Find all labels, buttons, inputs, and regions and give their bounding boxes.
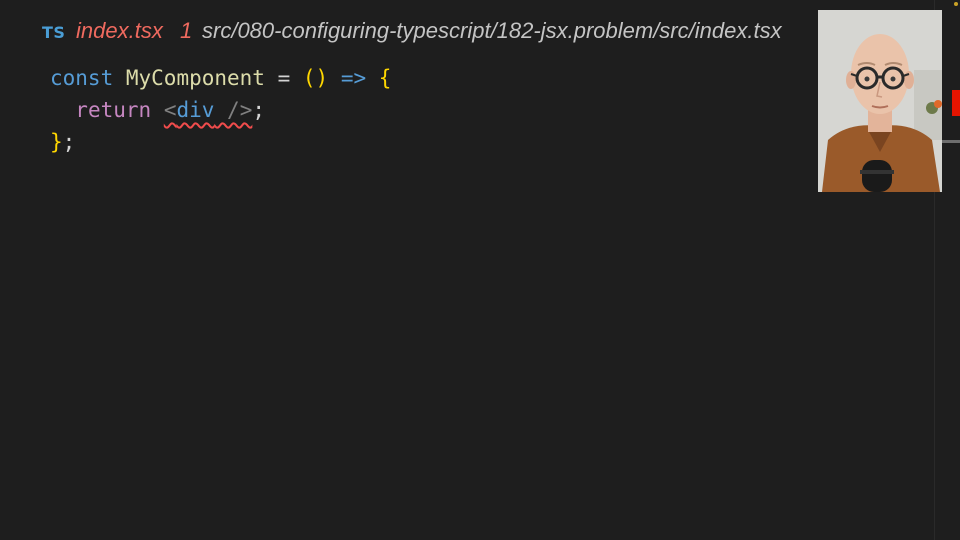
component-name: MyComponent <box>125 66 265 90</box>
keyword-return: return <box>75 98 152 122</box>
code-line-2[interactable]: return <div />; <box>50 94 391 126</box>
jsx-open-bracket: < <box>163 98 177 122</box>
presenter-webcam <box>818 10 942 192</box>
jsx-self-close: /> <box>214 98 253 122</box>
code-line-3[interactable]: }; <box>50 126 391 158</box>
editor-tab[interactable]: TS index.tsx 1 src/080-configuring-types… <box>0 12 820 52</box>
minimap-modified-dot <box>954 2 958 6</box>
parameter-parens: () <box>302 66 329 90</box>
presenter-video-icon <box>818 10 942 192</box>
minimap-error-marker[interactable] <box>952 90 960 116</box>
code-editor[interactable]: const MyComponent = () => { return <div … <box>50 62 391 158</box>
assignment-operator: = <box>264 66 303 90</box>
jsx-tag-name: div <box>176 98 215 122</box>
typescript-file-icon: TS <box>42 23 66 42</box>
semicolon: ; <box>252 98 265 122</box>
jsx-error-span[interactable]: <div /> <box>164 98 253 122</box>
keyword-const: const <box>50 66 114 90</box>
tab-file-path: src/080-configuring-typescript/182-jsx.p… <box>202 18 782 43</box>
tab-problem-count: 1 <box>180 18 193 43</box>
semicolon: ; <box>62 130 76 154</box>
open-brace: { <box>378 66 392 90</box>
arrow-operator: => <box>328 66 379 90</box>
close-brace: } <box>50 130 63 154</box>
minimap-cursor-line <box>942 140 960 143</box>
code-line-1[interactable]: const MyComponent = () => { <box>50 62 391 94</box>
tab-file-name[interactable]: index.tsx <box>76 18 163 44</box>
